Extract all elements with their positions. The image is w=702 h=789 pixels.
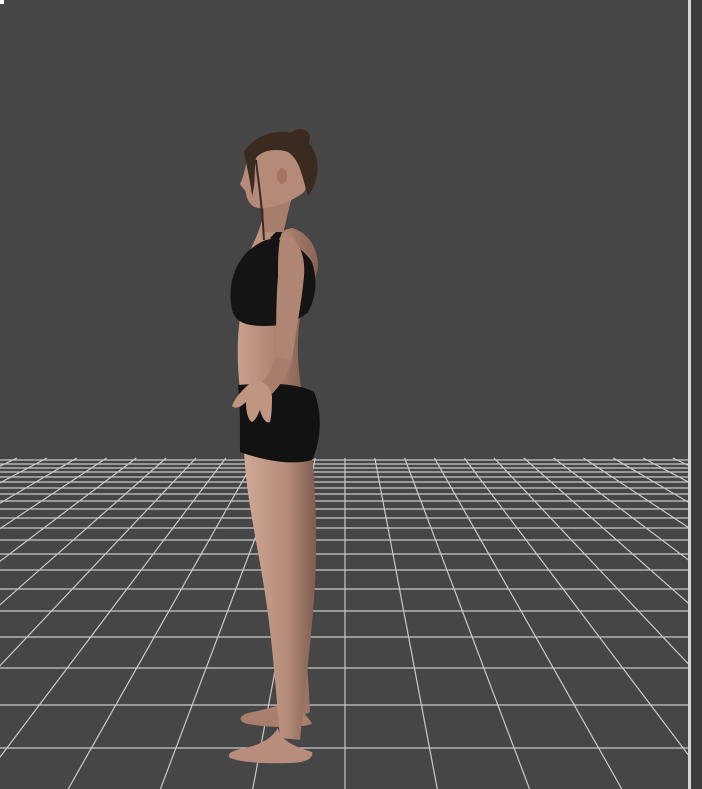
viewport-corner-mark bbox=[0, 0, 4, 4]
ear bbox=[277, 168, 287, 184]
adjacent-panel-edge bbox=[691, 0, 702, 789]
3d-viewport[interactable] bbox=[0, 0, 702, 789]
viewport-scene[interactable] bbox=[0, 0, 702, 789]
hair-bun bbox=[290, 129, 310, 147]
viewport-background bbox=[0, 0, 702, 789]
